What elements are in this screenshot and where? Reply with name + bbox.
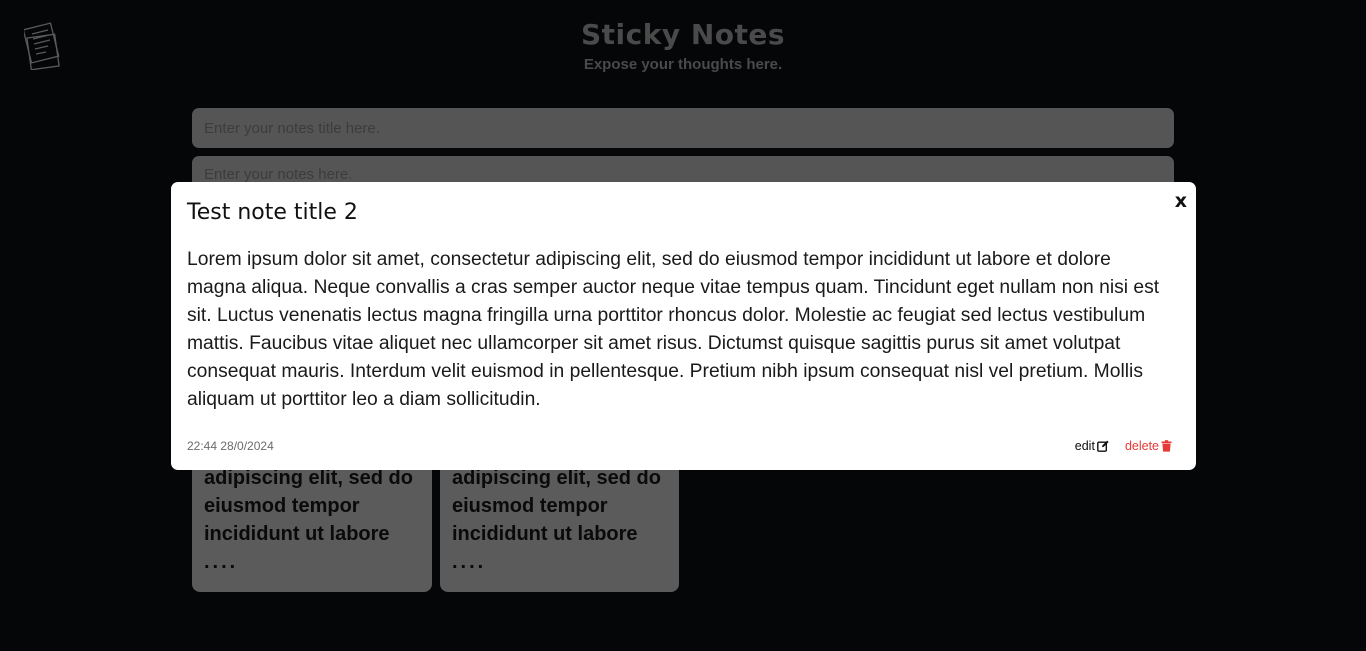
close-button[interactable]: x	[1175, 190, 1187, 212]
note-card-text-line: eiusmod tempor	[204, 495, 360, 517]
note-card-text-line: eiusmod tempor	[452, 495, 608, 517]
app-subtitle: Expose your thoughts here.	[583, 56, 783, 73]
modal-note-body: Lorem ipsum dolor sit amet, consectetur …	[187, 249, 1160, 410]
note-actions: edit delete	[1075, 439, 1172, 453]
modal-footer: 22:44 28/0/2024 edit delete	[187, 438, 1172, 454]
note-card-text-line: incididunt ut labore	[452, 523, 638, 545]
app-title: Sticky Notes	[580, 18, 786, 51]
note-card-text-line: incididunt ut labore	[204, 523, 390, 545]
note-card-ellipsis: ....	[452, 551, 487, 573]
app-header: Sticky Notes Expose your thoughts here.	[0, 16, 1366, 75]
edit-icon	[1097, 440, 1109, 452]
modal-note-title: Test note title 2	[187, 200, 358, 225]
note-title-input[interactable]	[192, 108, 1174, 148]
trash-icon	[1161, 440, 1172, 452]
page: Sticky Notes Expose your thoughts here. …	[0, 0, 1366, 651]
note-timestamp: 22:44 28/0/2024	[187, 439, 274, 453]
delete-button[interactable]: delete	[1125, 439, 1172, 453]
delete-label: delete	[1124, 439, 1159, 453]
edit-label: edit	[1074, 439, 1095, 453]
edit-button[interactable]: edit	[1075, 439, 1109, 453]
note-modal: x Test note title 2 Lorem ipsum dolor si…	[171, 182, 1196, 470]
note-card-ellipsis: ....	[204, 551, 239, 573]
